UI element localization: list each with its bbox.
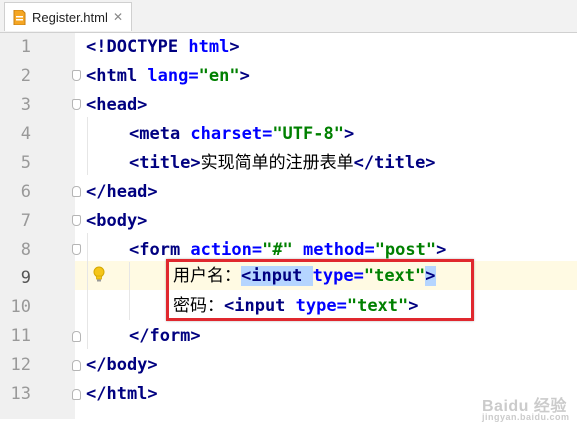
token: </form>: [129, 326, 201, 346]
line-number: 13: [10, 384, 31, 404]
token: <form: [129, 240, 191, 260]
token: >: [229, 37, 240, 57]
fold-marker-icon[interactable]: [72, 99, 81, 110]
line-number: 8: [20, 240, 31, 260]
line-number: 4: [20, 124, 31, 144]
token: </html>: [86, 384, 158, 404]
token: <title>: [129, 153, 201, 173]
token: action=: [190, 240, 263, 260]
token: <meta: [129, 124, 191, 144]
close-icon[interactable]: ✕: [113, 10, 123, 24]
token: "post": [374, 240, 437, 260]
code-line-2: <html lang="en">: [86, 62, 250, 91]
token: <body>: [86, 211, 148, 231]
line-number: 3: [20, 95, 31, 115]
token: charset=: [190, 124, 273, 144]
token: lang=: [147, 66, 199, 86]
title-text: 实现简单的注册表单: [200, 153, 354, 173]
fold-marker-icon[interactable]: [72, 331, 81, 342]
token: "en": [198, 66, 240, 86]
code-line-7: <body>: [86, 207, 147, 236]
token: "#": [262, 240, 293, 260]
code-line-1: <!DOCTYPE html>: [86, 33, 240, 62]
line-number: 12: [10, 355, 31, 375]
line-number: 7: [20, 211, 31, 231]
code-line-6: </head>: [86, 178, 158, 207]
token: </title>: [353, 153, 436, 173]
line-number: 5: [20, 153, 31, 173]
token: <html: [86, 66, 148, 86]
watermark-subtext: jingyan.baidu.com: [482, 412, 570, 422]
line-number-current: 9: [20, 268, 31, 288]
code-line-4: <meta charset="UTF-8">: [129, 120, 354, 149]
line-number: 10: [10, 297, 31, 317]
fold-marker-icon[interactable]: [72, 70, 81, 81]
line-number: 1: [20, 37, 31, 57]
code-line-3: <head>: [86, 91, 147, 120]
token: >: [343, 124, 355, 144]
watermark: Baidu 经验 jingyan.baidu.com: [482, 392, 570, 422]
tab-label: Register.html: [32, 9, 108, 25]
token: "UTF-8": [272, 124, 344, 144]
indent-guide: [87, 117, 88, 175]
line-number: 2: [20, 66, 31, 86]
highlight-annotation-box: [166, 259, 474, 321]
token: >: [436, 240, 447, 260]
token: html: [188, 37, 230, 57]
lightbulb-icon[interactable]: [92, 266, 106, 284]
fold-marker-icon[interactable]: [72, 244, 81, 255]
token: <head>: [86, 95, 148, 115]
tab-register-html[interactable]: Register.html ✕: [4, 2, 132, 31]
code-line-12: </body>: [86, 351, 158, 380]
token: </head>: [86, 182, 158, 202]
token: method=: [292, 240, 375, 260]
line-number: 11: [10, 326, 31, 346]
editor-tab-bar: Register.html ✕: [0, 0, 577, 33]
token: <!DOCTYPE: [86, 37, 189, 57]
indent-guide: [129, 262, 130, 320]
fold-marker-icon[interactable]: [72, 215, 81, 226]
indent-guide: [87, 233, 88, 349]
line-number: 6: [20, 182, 31, 202]
html-file-icon: [12, 9, 26, 25]
code-line-5: <title>实现简单的注册表单</title>: [129, 149, 436, 178]
code-line-11: </form>: [129, 322, 201, 351]
code-line-13: </html>: [86, 380, 158, 409]
fold-marker-icon[interactable]: [72, 360, 81, 371]
token: >: [239, 66, 250, 86]
fold-marker-icon[interactable]: [72, 186, 81, 197]
token: </body>: [86, 355, 158, 375]
fold-marker-icon[interactable]: [72, 389, 81, 400]
